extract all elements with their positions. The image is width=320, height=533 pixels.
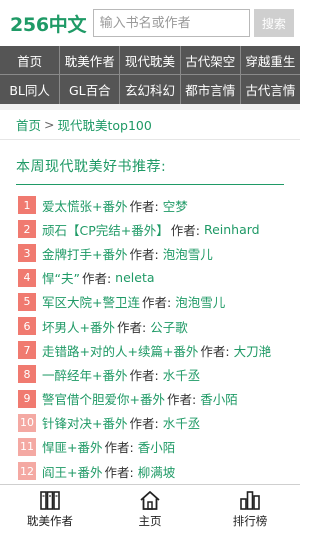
nav-item-modern-danmei[interactable]: 现代耽美 bbox=[120, 46, 181, 74]
nav-item-time-travel[interactable]: 穿越重生 bbox=[241, 46, 300, 74]
author-link[interactable]: 泡泡雪儿 bbox=[175, 292, 225, 311]
nav-item-ancient-fantasy[interactable]: 古代架空 bbox=[181, 46, 241, 74]
author-link[interactable]: Reinhard bbox=[204, 222, 260, 237]
rank-badge: 12 bbox=[18, 462, 36, 481]
book-list: 1 爱太慌张+番外 作者: 空梦 2 顽石【CP完结+番外】 作者: Reinhard 3 金牌打… bbox=[0, 185, 300, 483]
author-label: 作者: bbox=[166, 392, 197, 408]
book-title-link[interactable]: 阎王+番外 bbox=[42, 462, 102, 481]
list-item[interactable]: 6 坏男人+番外 作者: 公子歌 bbox=[18, 314, 300, 338]
book-title-link[interactable]: 顽石【CP完结+番外】 bbox=[42, 220, 169, 239]
rank-badge: 7 bbox=[18, 341, 36, 360]
author-label: 作者: bbox=[141, 295, 172, 311]
author-link[interactable]: 柳满坡 bbox=[138, 462, 176, 481]
author-link[interactable]: 泡泡雪儿 bbox=[163, 244, 213, 263]
rank-badge: 6 bbox=[18, 317, 36, 336]
tab-ranking[interactable]: 排行榜 bbox=[200, 485, 300, 533]
list-item[interactable]: 8 一醉经年+番外 作者: 水千丞 bbox=[18, 362, 300, 386]
author-link[interactable]: 水千丞 bbox=[163, 365, 201, 384]
bottom-tab-bar: 耽美作者 主页 排行榜 bbox=[0, 484, 300, 533]
rank-badge: 4 bbox=[18, 268, 36, 287]
book-title-link[interactable]: 一醉经年+番外 bbox=[42, 365, 127, 384]
book-title-link[interactable]: 军区大院+警卫连 bbox=[42, 292, 140, 311]
book-title-link[interactable]: 金牌打手+番外 bbox=[42, 244, 127, 263]
book-title-link[interactable]: 针锋对决+番外 bbox=[42, 413, 127, 432]
header: 256中文 搜索 bbox=[0, 0, 300, 46]
tab-label: 排行榜 bbox=[232, 514, 268, 528]
rank-badge: 8 bbox=[18, 365, 36, 384]
list-item[interactable]: 5 军区大院+警卫连 作者: 泡泡雪儿 bbox=[18, 290, 300, 314]
author-link[interactable]: neleta bbox=[115, 270, 154, 285]
rank-badge: 5 bbox=[18, 292, 36, 311]
rank-badge: 9 bbox=[18, 389, 36, 408]
tab-danmei-authors[interactable]: 耽美作者 bbox=[0, 485, 100, 533]
author-link[interactable]: 公子歌 bbox=[150, 317, 188, 336]
nav-row-2: BL同人 GL百合 玄幻科幻 都市言情 古代言情 bbox=[0, 75, 300, 104]
nav-item-urban-romance[interactable]: 都市言情 bbox=[181, 75, 241, 104]
author-label: 作者: bbox=[116, 319, 147, 335]
author-label: 作者: bbox=[104, 464, 134, 480]
rank-badge: 10 bbox=[18, 413, 36, 432]
author-label: 作者: bbox=[81, 271, 112, 287]
author-label: 作者: bbox=[104, 440, 134, 456]
list-item[interactable]: 9 警官借个胆爱你+番外 作者: 香小陌 bbox=[18, 387, 300, 411]
author-label: 作者: bbox=[170, 222, 200, 238]
breadcrumb-home-link[interactable]: 首页 bbox=[16, 115, 41, 134]
author-label: 作者: bbox=[129, 246, 159, 262]
nav-item-bl-fanfic[interactable]: BL同人 bbox=[0, 75, 61, 104]
ranking-icon bbox=[240, 491, 260, 510]
rank-badge: 3 bbox=[18, 244, 36, 263]
list-item[interactable]: 11 悍匪+番外 作者: 香小陌 bbox=[18, 435, 300, 459]
breadcrumb: 首页 > 现代耽美top100 bbox=[0, 110, 300, 140]
breadcrumb-current-link[interactable]: 现代耽美top100 bbox=[58, 115, 152, 134]
book-title-link[interactable]: 坏男人+番外 bbox=[42, 317, 115, 336]
nav-item-home[interactable]: 首页 bbox=[0, 46, 61, 74]
site-logo[interactable]: 256中文 bbox=[10, 10, 93, 37]
section-title: 本周现代耽美好书推荐: bbox=[16, 156, 284, 185]
tab-label: 耽美作者 bbox=[27, 514, 73, 528]
rank-badge: 1 bbox=[18, 196, 36, 215]
nav-item-ancient-romance[interactable]: 古代言情 bbox=[241, 75, 300, 104]
author-label: 作者: bbox=[200, 343, 230, 359]
author-link[interactable]: 大刀滟 bbox=[234, 341, 272, 360]
book-title-link[interactable]: 爱太慌张+番外 bbox=[42, 196, 127, 215]
breadcrumb-separator: > bbox=[44, 117, 55, 132]
search-input[interactable] bbox=[92, 9, 250, 37]
list-item[interactable]: 3 金牌打手+番外 作者: 泡泡雪儿 bbox=[18, 241, 300, 265]
category-nav: 首页 耽美作者 现代耽美 古代架空 穿越重生 BL同人 GL百合 玄幻科幻 都市… bbox=[0, 46, 300, 104]
list-item[interactable]: 4 悍“夫” 作者: neleta bbox=[18, 266, 300, 290]
book-title-link[interactable]: 警官借个胆爱你+番外 bbox=[42, 389, 165, 408]
list-item[interactable]: 10 针锋对决+番外 作者: 水千丞 bbox=[18, 411, 300, 435]
search-button[interactable]: 搜索 bbox=[253, 9, 294, 37]
nav-item-scifi-fantasy[interactable]: 玄幻科幻 bbox=[120, 75, 181, 104]
author-label: 作者: bbox=[129, 198, 159, 214]
nav-row-1: 首页 耽美作者 现代耽美 古代架空 穿越重生 bbox=[0, 46, 300, 75]
tab-home[interactable]: 主页 bbox=[100, 485, 200, 533]
author-link[interactable]: 空梦 bbox=[163, 196, 188, 215]
home-icon bbox=[140, 491, 160, 510]
rank-badge: 11 bbox=[18, 437, 36, 456]
list-item[interactable]: 7 走错路+对的人+续篇+番外 作者: 大刀滟 bbox=[18, 338, 300, 362]
nav-item-gl[interactable]: GL百合 bbox=[60, 75, 121, 104]
list-item[interactable]: 2 顽石【CP完结+番外】 作者: Reinhard bbox=[18, 217, 300, 241]
author-link[interactable]: 水千丞 bbox=[163, 413, 201, 432]
book-title-link[interactable]: 走错路+对的人+续篇+番外 bbox=[42, 341, 198, 360]
book-title-link[interactable]: 悍“夫” bbox=[42, 268, 80, 287]
books-icon bbox=[40, 491, 60, 510]
rank-badge: 2 bbox=[18, 220, 36, 239]
list-item[interactable]: 12 阎王+番外 作者: 柳满坡 bbox=[18, 459, 300, 483]
tab-label: 主页 bbox=[138, 514, 162, 528]
nav-item-danmei-authors[interactable]: 耽美作者 bbox=[60, 46, 121, 74]
author-label: 作者: bbox=[129, 367, 159, 383]
author-link[interactable]: 香小陌 bbox=[200, 389, 238, 408]
book-title-link[interactable]: 悍匪+番外 bbox=[42, 437, 102, 456]
list-item[interactable]: 1 爱太慌张+番外 作者: 空梦 bbox=[18, 193, 300, 217]
author-link[interactable]: 香小陌 bbox=[138, 437, 176, 456]
author-label: 作者: bbox=[129, 416, 159, 432]
